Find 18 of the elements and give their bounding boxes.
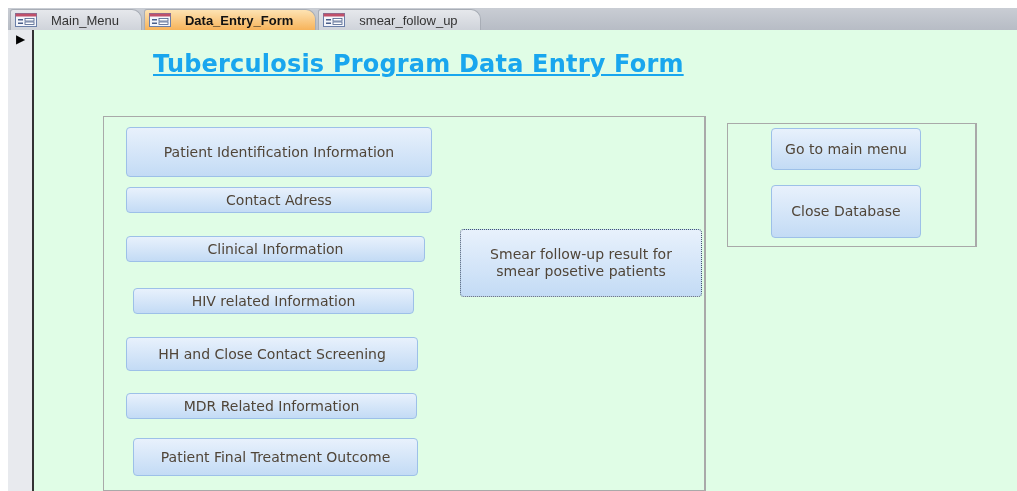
record-selector[interactable]: ▶: [8, 30, 34, 491]
tab[interactable]: smear_follow_up: [318, 9, 481, 30]
form-title: Tuberculosis Program Data Entry Form: [153, 50, 684, 80]
tab[interactable]: Main_Menu: [10, 9, 142, 30]
form-button[interactable]: Clinical Information: [126, 236, 425, 262]
form-button[interactable]: Smear follow-up result for smear posetive patients: [460, 229, 702, 297]
form-button[interactable]: Patient Final Treatment Outcome: [133, 438, 418, 476]
form-button[interactable]: Go to main menu: [771, 128, 921, 170]
form-icon: [148, 13, 171, 27]
form-button[interactable]: MDR Related Information: [126, 393, 417, 419]
form-button[interactable]: Close Database: [771, 185, 921, 238]
form-button[interactable]: Patient Identification Information: [126, 127, 432, 177]
form-icon: [323, 13, 346, 27]
tab[interactable]: Data_Entry_Form: [143, 9, 317, 30]
form-button[interactable]: HIV related Information: [133, 288, 414, 314]
form-button[interactable]: Contact Adress: [126, 187, 432, 213]
form-button[interactable]: HH and Close Contact Screening: [126, 337, 418, 371]
form-icon: [15, 13, 37, 27]
